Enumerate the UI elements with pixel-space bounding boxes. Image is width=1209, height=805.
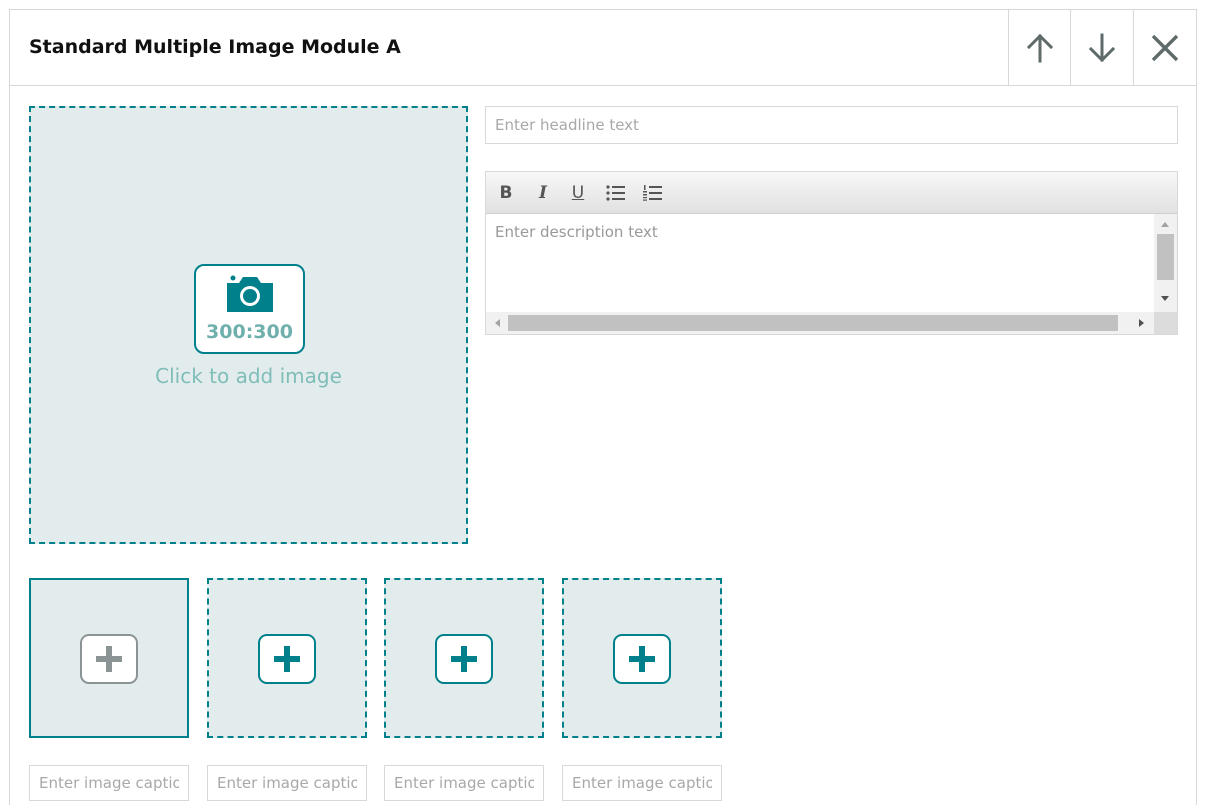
scroll-down-arrow-icon[interactable] xyxy=(1161,296,1169,301)
module-title: Standard Multiple Image Module A xyxy=(29,36,401,58)
bold-button[interactable]: B xyxy=(494,182,518,204)
camera-icon xyxy=(227,275,273,312)
caption-input-2[interactable] xyxy=(207,765,367,801)
vertical-scroll-thumb[interactable] xyxy=(1157,234,1174,280)
remove-module-button[interactable] xyxy=(1133,10,1196,86)
move-down-button[interactable] xyxy=(1070,10,1132,86)
main-image-dropzone[interactable]: 300:300 Click to add image xyxy=(29,106,468,544)
scroll-left-arrow-icon[interactable] xyxy=(495,319,500,327)
add-image-prompt: Click to add image xyxy=(155,364,342,388)
module-header: Standard Multiple Image Module A xyxy=(10,10,1196,86)
close-icon xyxy=(1151,34,1179,62)
thumbnail-tile-3[interactable] xyxy=(384,578,544,738)
horizontal-scroll-thumb[interactable] xyxy=(508,315,1118,331)
caption-input-4[interactable] xyxy=(562,765,722,801)
add-thumbnail-button[interactable] xyxy=(258,634,316,684)
scrollbar-corner xyxy=(1154,312,1177,334)
scroll-right-arrow-icon[interactable] xyxy=(1139,319,1144,327)
image-ratio-label: 300:300 xyxy=(206,321,293,343)
bulleted-list-icon xyxy=(606,185,625,201)
thumbnail-tile-4[interactable] xyxy=(562,578,722,738)
description-editor: B I U xyxy=(485,171,1178,335)
arrow-up-icon xyxy=(1026,33,1053,63)
plus-icon xyxy=(629,646,655,672)
move-up-button[interactable] xyxy=(1008,10,1070,86)
add-thumbnail-button[interactable] xyxy=(80,634,138,684)
horizontal-scrollbar[interactable] xyxy=(486,312,1154,334)
thumbnail-tile-1[interactable] xyxy=(29,578,189,738)
caption-input-3[interactable] xyxy=(384,765,544,801)
editor-toolbar: B I U xyxy=(486,172,1177,214)
image-module: Standard Multiple Image Module A 300:300… xyxy=(9,9,1197,805)
scroll-up-arrow-icon[interactable] xyxy=(1161,222,1169,227)
plus-icon xyxy=(451,646,477,672)
image-ratio-badge: 300:300 xyxy=(194,264,305,354)
add-thumbnail-button[interactable] xyxy=(435,634,493,684)
bulleted-list-button[interactable] xyxy=(604,182,628,204)
plus-icon xyxy=(274,646,300,672)
add-thumbnail-button[interactable] xyxy=(613,634,671,684)
vertical-scrollbar[interactable] xyxy=(1154,214,1177,312)
caption-input-1[interactable] xyxy=(29,765,189,801)
numbered-list-icon xyxy=(643,185,662,201)
plus-icon xyxy=(96,646,122,672)
italic-button[interactable]: I xyxy=(531,182,555,204)
thumbnail-tile-2[interactable] xyxy=(207,578,367,738)
headline-input[interactable] xyxy=(485,106,1178,144)
underline-button[interactable]: U xyxy=(566,182,590,204)
arrow-down-icon xyxy=(1088,33,1115,63)
numbered-list-button[interactable] xyxy=(641,182,665,204)
description-textarea[interactable] xyxy=(486,214,1154,312)
